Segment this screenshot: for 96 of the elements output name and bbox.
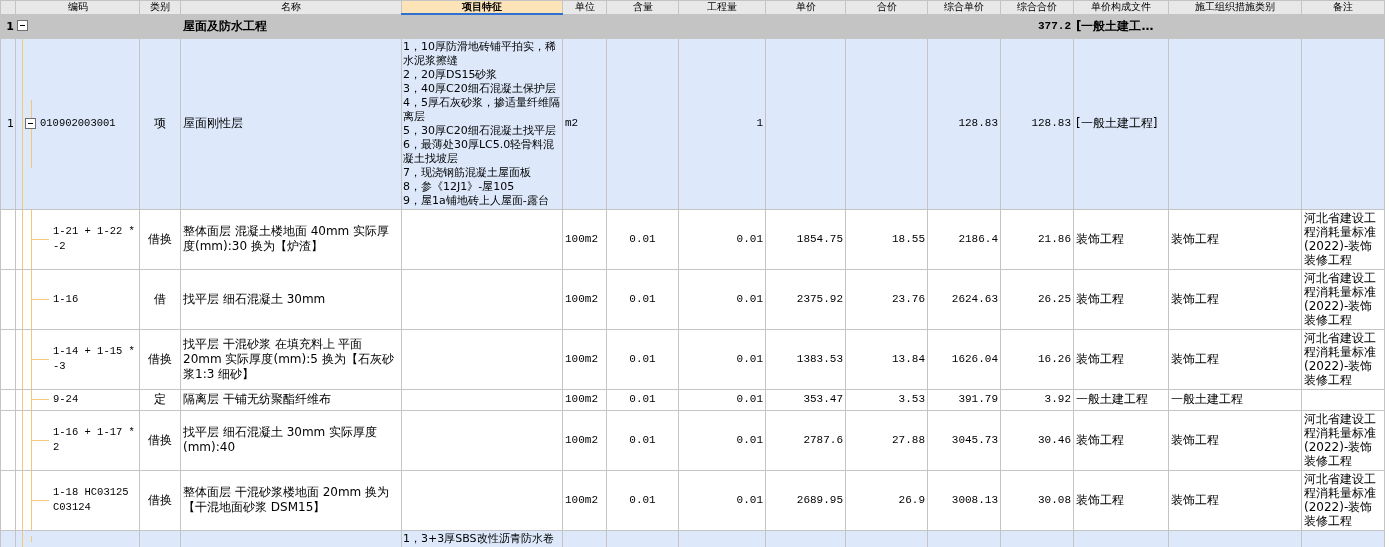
table-cell: 1854.75: [765, 209, 846, 269]
table-cell: 128.83: [1000, 38, 1074, 209]
table-cell: 3045.73: [927, 410, 1001, 470]
table-cell: 0.01: [678, 329, 766, 389]
table-cell: 整体面层 混凝土楼地面 40mm 实际厚度(mm):30 换为【炉渣】: [180, 209, 402, 269]
column-header[interactable]: 综合单价: [927, 0, 1001, 14]
table-cell: 13.84: [845, 329, 928, 389]
table-cell: 装饰工程: [1073, 410, 1169, 470]
table-cell: 30.46: [1000, 410, 1074, 470]
column-header[interactable]: 合价: [845, 0, 928, 14]
table-cell: 0.01: [678, 269, 766, 329]
column-header[interactable]: 单位: [562, 0, 607, 14]
table-cell: 河北省建设工程消耗量标准(2022)-装饰装修工程: [1301, 410, 1385, 470]
table-cell: 2787.6: [765, 410, 846, 470]
table-cell: 装饰工程: [1168, 329, 1302, 389]
table-cell: 河北省建设工程消耗量标准(2022)-装饰装修工程: [1301, 269, 1385, 329]
collapse-toggle[interactable]: [25, 117, 36, 129]
table-cell: 1626.04: [927, 329, 1001, 389]
collapse-toggle[interactable]: [17, 20, 28, 32]
table-cell: 河北省建设工程消耗量标准(2022)-装饰装修工程: [1301, 329, 1385, 389]
table-cell: 借换: [139, 209, 181, 269]
table-cell: 0.01: [606, 209, 679, 269]
table-cell: 18.55: [845, 209, 928, 269]
table-cell: 河北省建设工程消耗量标准(2022)-装饰装修工程: [1301, 209, 1385, 269]
table-cell: 整体面层 干混砂浆楼地面 20mm 换为【干混地面砂浆 DSM15】: [180, 470, 402, 530]
table-cell: 100m2: [562, 269, 607, 329]
code-text: 1-16: [53, 292, 79, 305]
column-header[interactable]: 编码: [15, 0, 140, 14]
table-cell: 0.01: [678, 410, 766, 470]
table-cell: 装饰工程: [1073, 209, 1169, 269]
table-cell: 3008.13: [927, 470, 1001, 530]
table-cell: 26.9: [845, 470, 928, 530]
table-cell: 2375.92: [765, 269, 846, 329]
table-cell: 装饰工程: [1073, 329, 1169, 389]
column-header[interactable]: 工程量: [678, 0, 766, 14]
code-text: 1-21 + 1-22 * -2: [53, 225, 135, 252]
table-cell: 128.83: [927, 38, 1001, 209]
column-header[interactable]: 名称: [180, 0, 402, 14]
code-text: 1-14 + 1-15 * -3: [53, 345, 135, 372]
table-cell: 隔离层 干铺无纺聚酯纤维布: [180, 389, 402, 410]
table-cell: 屋面及防水工程: [180, 14, 402, 38]
column-header[interactable]: 含量: [606, 0, 679, 14]
table-cell: 23.76: [845, 269, 928, 329]
column-header[interactable]: 综合合价: [1000, 0, 1074, 14]
table-cell: 借: [139, 269, 181, 329]
table-cell: 装饰工程: [1168, 269, 1302, 329]
table-cell: 0.01: [606, 410, 679, 470]
table-cell: 100m2: [562, 410, 607, 470]
table-cell: m2: [562, 38, 607, 209]
table-cell: 借换: [139, 329, 181, 389]
table-cell: 100m2: [562, 470, 607, 530]
table-cell: 找平层 干混砂浆 在填充料上 平面 20mm 实际厚度(mm):5 换为【石灰砂浆1:3 细砂】: [180, 329, 402, 389]
column-header[interactable]: 单价构成文件: [1073, 0, 1169, 14]
table-cell: 装饰工程: [1168, 209, 1302, 269]
column-header[interactable]: 单价: [765, 0, 846, 14]
table-cell: 1: [678, 38, 766, 209]
table-cell: 装饰工程: [1073, 470, 1169, 530]
table-cell: 2624.63: [927, 269, 1001, 329]
table-cell: 装饰工程: [1168, 470, 1302, 530]
table-cell: 0.01: [606, 329, 679, 389]
table-cell: 借换: [139, 410, 181, 470]
row-number: 1: [6, 19, 14, 33]
table-cell: 0.01: [606, 470, 679, 530]
table-cell: 装饰工程: [1073, 269, 1169, 329]
column-header[interactable]: 项目特征: [401, 0, 563, 14]
table-cell: 27.88: [845, 410, 928, 470]
table-cell: 装饰工程: [1168, 410, 1302, 470]
table-cell: 0.01: [678, 470, 766, 530]
code-text: 1-18 HC03125 C03124: [53, 486, 129, 513]
table-cell: 100m2: [562, 209, 607, 269]
code-text: 1-16 + 1-17 * 2: [53, 426, 135, 453]
table-cell: 21.86: [1000, 209, 1074, 269]
table-cell: 1383.53: [765, 329, 846, 389]
table-cell: 找平层 细石混凝土 30mm 实际厚度(mm):40: [180, 410, 402, 470]
table-cell: 26.25: [1000, 269, 1074, 329]
table-cell: [一般土建工…: [1073, 14, 1169, 38]
table-cell: 河北省建设工程消耗量标准(2022)-装饰装修工程: [1301, 470, 1385, 530]
table-cell: 0.01: [678, 209, 766, 269]
table-cell: [一般土建工程]: [1073, 38, 1169, 209]
column-header[interactable]: 备注: [1301, 0, 1385, 14]
table-cell: 借换: [139, 470, 181, 530]
table-cell: 找平层 细石混凝土 30mm: [180, 269, 402, 329]
code-text: 010902003001: [40, 117, 116, 129]
table-cell: 0.01: [606, 269, 679, 329]
column-header[interactable]: 类别: [139, 0, 181, 14]
table-cell: 屋面刚性层: [180, 38, 402, 209]
table-cell: 2689.95: [765, 470, 846, 530]
table-cell: 项: [139, 38, 181, 209]
code-text: 9-24: [53, 393, 79, 405]
column-header[interactable]: 施工组织措施类别: [1168, 0, 1302, 14]
table-cell: 100m2: [562, 329, 607, 389]
table-cell: 16.26: [1000, 329, 1074, 389]
table-cell: 1，10厚防滑地砖铺平拍实，稀水泥浆擦缝 2，20厚DS15砂浆 3，40厚C20细石混凝土保护层 4，5厚石灰砂浆，掺适量纤维隔离层 5，30厚C20细石混凝土找平层 6，最薄处30厚LC5.0轻骨料混凝土找坡层 7，现浇钢筋混凝土屋面板 8，参《12J1》-屋105 9，屋1a铺地砖上人屋面-露台: [401, 38, 563, 209]
table-cell: 30.08: [1000, 470, 1074, 530]
row-number: 1: [7, 117, 14, 130]
table-cell: 2186.4: [927, 209, 1001, 269]
